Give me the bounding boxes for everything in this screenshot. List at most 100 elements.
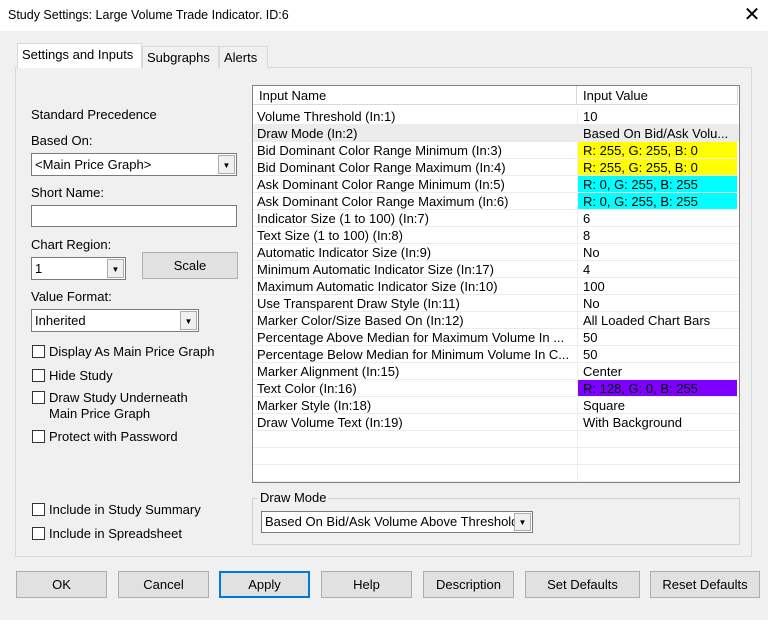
- input-value-cell[interactable]: R: 0, G: 255, B: 255: [577, 176, 737, 192]
- table-row[interactable]: Marker Alignment (In:15) Center: [253, 363, 739, 380]
- apply-button[interactable]: Apply: [219, 571, 310, 598]
- column-header-input-name[interactable]: Input Name: [253, 86, 577, 105]
- table-row[interactable]: Bid Dominant Color Range Maximum (In:4) R…: [253, 159, 739, 176]
- empty-table-row: [253, 482, 739, 483]
- table-row[interactable]: Automatic Indicator Size (In:9) No: [253, 244, 739, 261]
- table-row[interactable]: Use Transparent Draw Style (In:11) No: [253, 295, 739, 312]
- table-row[interactable]: Marker Color/Size Based On (In:12) All Lo…: [253, 312, 739, 329]
- description-button[interactable]: Description: [423, 571, 514, 598]
- input-value-cell[interactable]: 8: [577, 227, 737, 243]
- input-value-cell[interactable]: 10: [577, 108, 737, 124]
- table-row[interactable]: Ask Dominant Color Range Minimum (In:5) R…: [253, 176, 739, 193]
- tab-subgraphs[interactable]: Subgraphs: [142, 46, 219, 68]
- input-value-cell[interactable]: No: [577, 295, 737, 311]
- protect-with-password-checkbox[interactable]: [32, 430, 45, 443]
- chart-region-value: 1: [35, 261, 43, 276]
- empty-table-row: [253, 448, 739, 465]
- short-name-label: Short Name:: [31, 185, 104, 200]
- column-header-input-value[interactable]: Input Value: [577, 86, 738, 105]
- based-on-value: <Main Price Graph>: [35, 157, 152, 172]
- input-value-cell: [577, 482, 737, 483]
- input-name-cell: Minimum Automatic Indicator Size (In:17): [257, 262, 494, 277]
- input-value-cell[interactable]: 50: [577, 329, 737, 345]
- chart-region-label: Chart Region:: [31, 237, 112, 252]
- input-value-cell[interactable]: R: 128, G: 0, B: 255: [577, 380, 737, 396]
- input-value-cell[interactable]: R: 255, G: 255, B: 0: [577, 142, 737, 158]
- hide-study-checkbox[interactable]: [32, 369, 45, 382]
- input-value-cell[interactable]: 100: [577, 278, 737, 294]
- input-value-cell[interactable]: 50: [577, 346, 737, 362]
- include-in-study-summary-label: Include in Study Summary: [49, 502, 201, 517]
- display-as-main-price-graph-checkbox[interactable]: [32, 345, 45, 358]
- input-name-cell: Draw Mode (In:2): [257, 126, 358, 141]
- draw-mode-select[interactable]: Based On Bid/Ask Volume Above Threshold ▼: [261, 511, 533, 533]
- ok-button[interactable]: OK: [16, 571, 107, 598]
- value-format-select[interactable]: Inherited ▼: [31, 309, 199, 332]
- cancel-button[interactable]: Cancel: [118, 571, 209, 598]
- based-on-select[interactable]: <Main Price Graph> ▼: [31, 153, 237, 176]
- empty-table-row: [253, 465, 739, 482]
- input-value-cell[interactable]: R: 255, G: 255, B: 0: [577, 159, 737, 175]
- draw-mode-group-label: Draw Mode: [258, 490, 329, 505]
- input-name-cell: Text Color (In:16): [257, 381, 357, 396]
- table-row[interactable]: Marker Style (In:18) Square: [253, 397, 739, 414]
- input-value-cell[interactable]: 4: [577, 261, 737, 277]
- input-name-cell: Text Size (1 to 100) (In:8): [257, 228, 403, 243]
- table-row[interactable]: Maximum Automatic Indicator Size (In:10)…: [253, 278, 739, 295]
- input-value-cell[interactable]: All Loaded Chart Bars: [577, 312, 737, 328]
- set-defaults-button[interactable]: Set Defaults: [525, 571, 640, 598]
- inputs-table[interactable]: Input Name Input Value Volume Threshold …: [252, 85, 740, 483]
- input-value-cell[interactable]: Square: [577, 397, 737, 413]
- input-name-cell: Draw Volume Text (In:19): [257, 415, 403, 430]
- table-row[interactable]: Volume Threshold (In:1) 10: [253, 108, 739, 125]
- input-name-cell: Marker Style (In:18): [257, 398, 372, 413]
- input-value-cell: [577, 448, 737, 464]
- input-name-cell: Automatic Indicator Size (In:9): [257, 245, 432, 260]
- draw-mode-value: Based On Bid/Ask Volume Above Threshold: [265, 514, 519, 529]
- input-name-cell: Volume Threshold (In:1): [257, 109, 396, 124]
- table-row[interactable]: Draw Volume Text (In:19) With Background: [253, 414, 739, 431]
- reset-defaults-button[interactable]: Reset Defaults: [650, 571, 760, 598]
- hide-study-label: Hide Study: [49, 368, 113, 383]
- tab-alerts[interactable]: Alerts: [219, 46, 268, 68]
- scale-button[interactable]: Scale: [142, 252, 238, 279]
- table-row[interactable]: Draw Mode (In:2) Based On Bid/Ask Volu...: [253, 125, 739, 142]
- tab-settings-and-inputs[interactable]: Settings and Inputs: [17, 43, 142, 68]
- table-row[interactable]: Bid Dominant Color Range Minimum (In:3) R…: [253, 142, 739, 159]
- close-icon[interactable]: ✕: [738, 3, 766, 27]
- help-button[interactable]: Help: [321, 571, 412, 598]
- input-value-cell[interactable]: Center: [577, 363, 737, 379]
- table-row[interactable]: Text Size (1 to 100) (In:8) 8: [253, 227, 739, 244]
- include-in-spreadsheet-label: Include in Spreadsheet: [49, 526, 182, 541]
- table-row[interactable]: Indicator Size (1 to 100) (In:7) 6: [253, 210, 739, 227]
- include-in-study-summary-checkbox[interactable]: [32, 503, 45, 516]
- protect-with-password-label: Protect with Password: [49, 429, 178, 444]
- input-name-cell: Marker Alignment (In:15): [257, 364, 400, 379]
- table-row[interactable]: Percentage Above Median for Maximum Volu…: [253, 329, 739, 346]
- input-name-cell: Bid Dominant Color Range Maximum (In:4): [257, 160, 506, 175]
- input-value-cell[interactable]: Based On Bid/Ask Volu...: [577, 125, 737, 141]
- display-as-main-price-graph-label: Display As Main Price Graph: [49, 344, 215, 359]
- input-value-cell[interactable]: No: [577, 244, 737, 260]
- chevron-down-icon: ▼: [218, 155, 235, 174]
- table-row[interactable]: Text Color (In:16) R: 128, G: 0, B: 255: [253, 380, 739, 397]
- input-name-cell: Use Transparent Draw Style (In:11): [257, 296, 460, 311]
- input-name-cell: Ask Dominant Color Range Minimum (In:5): [257, 177, 505, 192]
- table-row[interactable]: Percentage Below Median for Minimum Volu…: [253, 346, 739, 363]
- input-value-cell[interactable]: R: 0, G: 255, B: 255: [577, 193, 737, 209]
- based-on-label: Based On:: [31, 133, 93, 148]
- draw-study-underneath-checkbox[interactable]: [32, 391, 45, 404]
- draw-study-underneath-label: Draw Study Underneath: [49, 390, 188, 405]
- include-in-spreadsheet-checkbox[interactable]: [32, 527, 45, 540]
- short-name-input[interactable]: [31, 205, 237, 227]
- empty-table-row: [253, 431, 739, 448]
- table-row[interactable]: Ask Dominant Color Range Maximum (In:6) R…: [253, 193, 739, 210]
- value-format-label: Value Format:: [31, 289, 112, 304]
- input-value-cell: [577, 465, 737, 481]
- input-name-cell: Ask Dominant Color Range Maximum (In:6): [257, 194, 509, 209]
- chart-region-select[interactable]: 1 ▼: [31, 257, 126, 280]
- input-value-cell[interactable]: With Background: [577, 414, 737, 430]
- table-row[interactable]: Minimum Automatic Indicator Size (In:17)…: [253, 261, 739, 278]
- value-format-value: Inherited: [35, 313, 86, 328]
- input-value-cell[interactable]: 6: [577, 210, 737, 226]
